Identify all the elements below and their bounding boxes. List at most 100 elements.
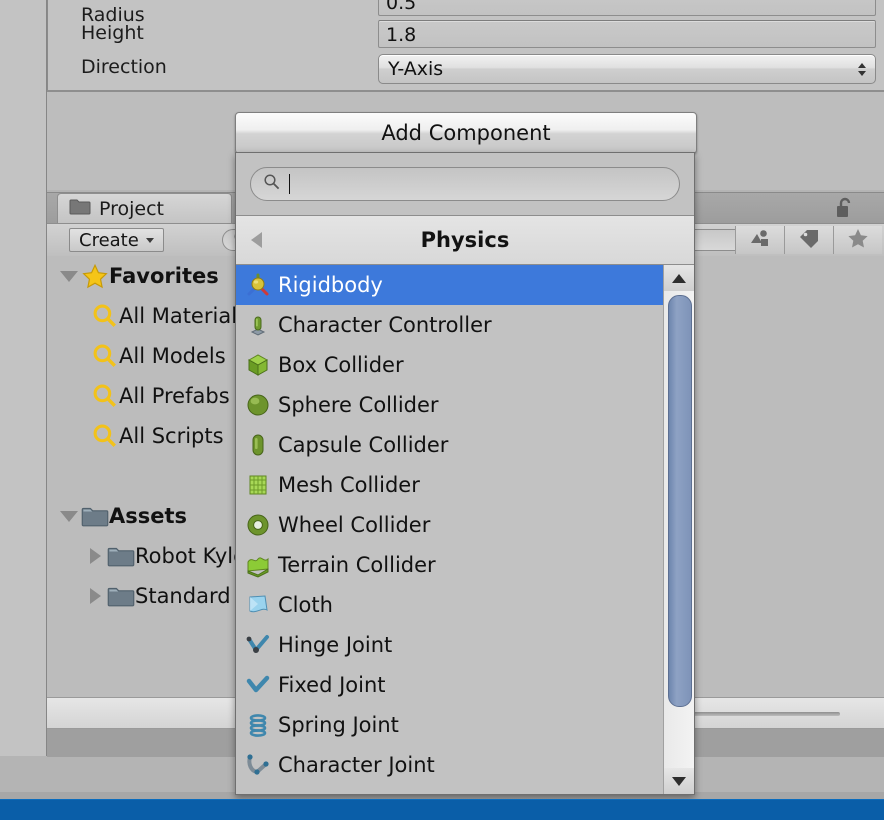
direction-label: Direction — [81, 52, 167, 82]
unity-main-window: Radius 0.5 Height 1.8 Direction Y-Axis — [0, 0, 884, 792]
left-dock-column — [0, 0, 47, 756]
height-value: 1.8 — [379, 21, 875, 47]
component-item-character-controller[interactable]: Character Controller — [236, 305, 694, 345]
component-label: Character Joint — [278, 753, 435, 777]
fixed-joint-icon — [244, 671, 272, 699]
tree-item-label: Assets — [109, 504, 187, 528]
component-label: Fixed Joint — [278, 673, 386, 697]
component-item-cloth[interactable]: Cloth — [236, 585, 694, 625]
component-label: Spring Joint — [278, 713, 399, 737]
component-label: Cloth — [278, 593, 333, 617]
component-label: Mesh Collider — [278, 473, 420, 497]
sphere-collider-icon — [244, 391, 272, 419]
foldout-closed-icon[interactable] — [83, 548, 107, 564]
asset-type-icon — [749, 228, 771, 252]
unity-editor-screen: Radius 0.5 Height 1.8 Direction Y-Axis — [0, 0, 884, 820]
component-item-fixed-joint[interactable]: Fixed Joint — [236, 665, 694, 705]
add-component-category-header[interactable]: Physics — [236, 215, 694, 265]
box-collider-icon — [244, 351, 272, 379]
inspector-field-direction: Direction Y-Axis — [48, 52, 884, 82]
component-label: Hinge Joint — [278, 633, 392, 657]
folder-icon — [107, 582, 135, 610]
chevron-down-icon — [146, 238, 154, 243]
component-item-character-joint[interactable]: Character Joint — [236, 745, 694, 785]
component-label: Character Controller — [278, 313, 492, 337]
inspector-field-height: Height 1.8 — [48, 18, 884, 48]
text-cursor — [289, 174, 290, 194]
project-folder-icon — [69, 198, 91, 219]
favorite-filter-button[interactable] — [833, 226, 882, 254]
search-icon — [263, 173, 281, 195]
star-icon — [847, 228, 869, 253]
tree-item-label: Robot Kyle — [135, 544, 246, 568]
saved-search-icon — [91, 302, 119, 330]
direction-dropdown[interactable]: Y-Axis — [378, 54, 876, 84]
component-label: Capsule Collider — [278, 433, 448, 457]
component-label: Sphere Collider — [278, 393, 439, 417]
component-item-mesh-collider[interactable]: Mesh Collider — [236, 465, 694, 505]
folder-icon — [81, 502, 109, 530]
component-item-hinge-joint[interactable]: Hinge Joint — [236, 625, 694, 665]
foldout-open-icon[interactable] — [57, 511, 81, 522]
star-icon — [81, 262, 109, 290]
tree-item-label: All Models — [119, 344, 226, 368]
add-component-search-wrap — [236, 153, 694, 215]
type-filter-button[interactable] — [735, 226, 784, 254]
radius-input[interactable]: 0.5 — [378, 0, 876, 16]
component-item-terrain-collider[interactable]: Terrain Collider — [236, 545, 694, 585]
add-component-dropdown: Physics Rigidbody — [235, 152, 695, 795]
project-filter-buttons — [735, 226, 882, 254]
capsule-collider-icon — [244, 431, 272, 459]
scrollbar-thumb[interactable] — [668, 295, 692, 707]
foldout-closed-icon[interactable] — [83, 588, 107, 604]
label-filter-button[interactable] — [784, 226, 833, 254]
scroll-down-arrow-icon[interactable] — [664, 768, 694, 794]
hinge-joint-icon — [244, 631, 272, 659]
height-label: Height — [81, 18, 144, 48]
component-label: Terrain Collider — [278, 553, 436, 577]
os-taskbar[interactable] — [0, 799, 884, 820]
saved-search-icon — [91, 422, 119, 450]
rigidbody-icon — [244, 271, 272, 299]
tree-item-label: All Scripts — [119, 424, 224, 448]
tab-project[interactable]: Project — [57, 193, 232, 223]
component-label: Rigidbody — [278, 273, 383, 297]
category-title: Physics — [421, 228, 510, 252]
component-item-capsule-collider[interactable]: Capsule Collider — [236, 425, 694, 465]
component-item-wheel-collider[interactable]: Wheel Collider — [236, 505, 694, 545]
saved-search-icon — [91, 382, 119, 410]
cloth-icon — [244, 591, 272, 619]
direction-value: Y-Axis — [379, 55, 875, 83]
component-item-sphere-collider[interactable]: Sphere Collider — [236, 385, 694, 425]
add-component-label: Add Component — [381, 121, 550, 145]
component-item-rigidbody[interactable]: Rigidbody — [236, 265, 694, 305]
character-controller-icon — [244, 311, 272, 339]
scroll-up-arrow-icon[interactable] — [664, 265, 694, 291]
terrain-collider-icon — [244, 551, 272, 579]
tree-item-label: All Prefabs — [119, 384, 230, 408]
foldout-open-icon[interactable] — [57, 271, 81, 282]
add-component-button[interactable]: Add Component — [235, 112, 697, 154]
create-button[interactable]: Create — [69, 228, 164, 252]
folder-icon — [107, 542, 135, 570]
tree-item-label: Favorites — [109, 264, 219, 288]
spring-joint-icon — [244, 711, 272, 739]
component-item-box-collider[interactable]: Box Collider — [236, 345, 694, 385]
character-joint-icon — [244, 751, 272, 779]
radius-value: 0.5 — [379, 0, 875, 15]
create-button-label: Create — [79, 230, 139, 251]
component-item-spring-joint[interactable]: Spring Joint — [236, 705, 694, 745]
component-label: Box Collider — [278, 353, 404, 377]
height-input[interactable]: 1.8 — [378, 20, 876, 48]
add-component-search-input[interactable] — [250, 167, 680, 201]
component-list: Rigidbody Character Controller — [236, 265, 694, 794]
mesh-collider-icon — [244, 471, 272, 499]
wheel-collider-icon — [244, 511, 272, 539]
chevron-updown-icon — [857, 58, 866, 80]
lock-open-icon[interactable] — [836, 197, 854, 223]
back-arrow-icon[interactable] — [251, 232, 262, 248]
project-tab-label: Project — [99, 198, 164, 220]
component-list-scrollbar[interactable] — [663, 265, 694, 794]
label-tag-icon — [797, 228, 821, 252]
component-label: Wheel Collider — [278, 513, 430, 537]
